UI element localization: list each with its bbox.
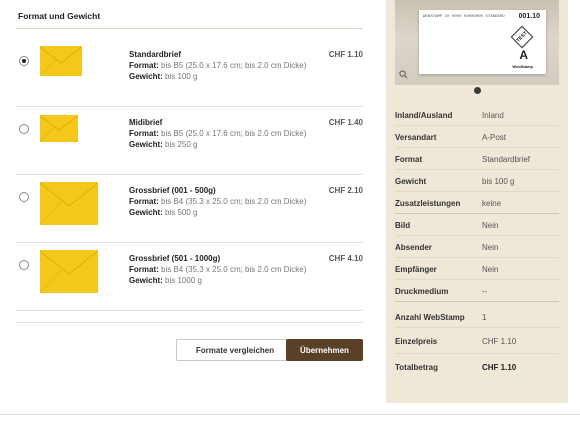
summary-key: Totalbetrag: [395, 363, 438, 372]
option-price: CHF 1.10: [328, 50, 363, 59]
weight-value: bis 1000 g: [165, 276, 202, 285]
format-label: Format:: [129, 197, 159, 206]
summary-key: Anzahl WebStamp: [395, 313, 465, 322]
summary-row: Bild Nein: [395, 214, 559, 236]
radio-button[interactable]: [19, 124, 29, 134]
stamp-preview: WEBSTAMP CH 0000 00000000 STANDARD 001.1…: [395, 0, 559, 85]
summary-row: Einzelpreis CHF 1.10: [395, 328, 559, 354]
test-stamp-mark: TEST: [510, 25, 534, 49]
weight-label: Gewicht:: [129, 140, 163, 149]
option-price: CHF 1.40: [328, 118, 363, 127]
weight-value: bis 100 g: [165, 72, 198, 81]
divider: [0, 414, 580, 415]
weight-value: bis 250 g: [165, 140, 198, 149]
envelope-icon: [40, 46, 82, 76]
option-details: Grossbrief (501 - 1000g) CHF 4.10 Format…: [129, 253, 363, 286]
weight-label: Gewicht:: [129, 208, 163, 217]
summary-row: Druckmedium --: [395, 280, 559, 302]
format-option-standardbrief[interactable]: Standardbrief CHF 1.10 Format: bis B5 (2…: [16, 39, 363, 107]
summary-value: Nein: [482, 221, 499, 230]
summary-value: --: [482, 287, 488, 296]
summary-key: Empfänger: [395, 265, 437, 274]
summary-row: Anzahl WebStamp 1: [395, 302, 559, 328]
format-option-grossbrief-500[interactable]: Grossbrief (001 - 500g) CHF 2.10 Format:…: [16, 175, 363, 243]
summary-row: Absender Nein: [395, 236, 559, 258]
summary-value: A-Post: [482, 133, 507, 142]
section-title: Format und Gewicht: [18, 11, 101, 21]
stamp-class-letter: A: [519, 48, 528, 62]
radio-button[interactable]: [19, 260, 29, 270]
option-price: CHF 2.10: [328, 186, 363, 195]
summary-key: Zusatzleistungen: [395, 199, 461, 208]
format-label: Format:: [129, 61, 159, 70]
summary-key: Format: [395, 155, 423, 164]
summary-key: Gewicht: [395, 177, 427, 186]
stamp-standard-label: STANDARD: [485, 15, 505, 19]
summary-row: Inland/Ausland Inland: [395, 104, 559, 126]
weight-label: Gewicht:: [129, 72, 163, 81]
radio-button[interactable]: [19, 192, 29, 202]
summary-value: keine: [482, 199, 502, 208]
stamp-amount: 001.10: [518, 13, 540, 20]
format-label: Format:: [129, 129, 159, 138]
format-option-midibrief[interactable]: Midibrief CHF 1.40 Format: bis B5 (25.0 …: [16, 107, 363, 175]
summary-row: Format Standardbrief: [395, 148, 559, 170]
envelope-icon: [40, 115, 78, 142]
format-label: Format:: [129, 265, 159, 274]
envelope-icon: [40, 250, 98, 293]
divider: [16, 322, 363, 323]
stamp-code: WEBSTAMP CH 0000 00000000: [423, 15, 484, 19]
summary-row-total: Totalbetrag CHF 1.10: [395, 354, 559, 378]
format-value: bis B4 (35.3 x 25.0 cm; bis 2.0 cm Dicke…: [161, 265, 307, 274]
radio-button[interactable]: [19, 56, 29, 66]
divider: [16, 28, 363, 29]
summary-value: Nein: [482, 265, 499, 274]
format-value: bis B5 (25.0 x 17.6 cm; bis 2.0 cm Dicke…: [161, 61, 307, 70]
format-value: bis B4 (35.3 x 25.0 cm; bis 2.0 cm Dicke…: [161, 197, 307, 206]
summary-value: CHF 1.10: [482, 337, 517, 346]
stamp-preview-card: WEBSTAMP CH 0000 00000000 STANDARD 001.1…: [419, 10, 546, 74]
summary-value: Nein: [482, 243, 499, 252]
summary-row: Zusatzleistungen keine: [395, 192, 559, 214]
apply-button[interactable]: Übernehmen: [286, 339, 363, 361]
summary-key: Absender: [395, 243, 432, 252]
weight-label: Gewicht:: [129, 276, 163, 285]
format-section: Format und Gewicht Standardbrief CHF 1.1…: [16, 0, 363, 421]
summary-key: Inland/Ausland: [395, 111, 453, 120]
stamp-code-line: WEBSTAMP CH 0000 00000000 STANDARD: [423, 15, 505, 19]
summary-key: Versandart: [395, 133, 437, 142]
option-details: Grossbrief (001 - 500g) CHF 2.10 Format:…: [129, 185, 363, 218]
option-details: Midibrief CHF 1.40 Format: bis B5 (25.0 …: [129, 117, 363, 150]
summary-row: Empfänger Nein: [395, 258, 559, 280]
format-value: bis B5 (25.0 x 17.6 cm; bis 2.0 cm Dicke…: [161, 129, 307, 138]
summary-row: Gewicht bis 100 g: [395, 170, 559, 192]
summary-table: Inland/Ausland Inland Versandart A-Post Fo…: [395, 104, 559, 378]
summary-key: Einzelpreis: [395, 337, 438, 346]
summary-value: Inland: [482, 111, 504, 120]
summary-row: Versandart A-Post: [395, 126, 559, 148]
summary-key: Bild: [395, 221, 411, 230]
summary-key: Druckmedium: [395, 287, 449, 296]
option-price: CHF 4.10: [328, 254, 363, 263]
summary-value: 1: [482, 313, 487, 322]
summary-value: Standardbrief: [482, 155, 531, 164]
option-details: Standardbrief CHF 1.10 Format: bis B5 (2…: [129, 49, 363, 82]
carousel-dot[interactable]: [474, 87, 481, 94]
zoom-icon[interactable]: [399, 70, 408, 79]
summary-value: bis 100 g: [482, 177, 515, 186]
summary-value: CHF 1.10: [482, 363, 517, 372]
compare-formats-button[interactable]: Formate vergleichen: [176, 339, 294, 361]
envelope-icon: [40, 182, 98, 225]
weight-value: bis 500 g: [165, 208, 198, 217]
summary-panel: WEBSTAMP CH 0000 00000000 STANDARD 001.1…: [386, 0, 568, 403]
stamp-brand-label: WebStamp: [512, 64, 533, 69]
format-option-grossbrief-1000[interactable]: Grossbrief (501 - 1000g) CHF 4.10 Format…: [16, 243, 363, 311]
